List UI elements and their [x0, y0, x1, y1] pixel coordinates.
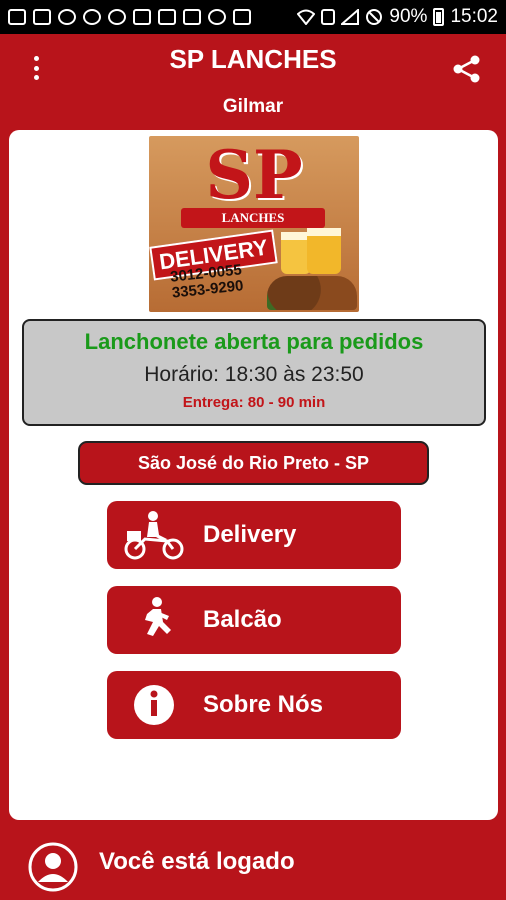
user-avatar-icon	[28, 842, 78, 892]
delivery-label: Delivery	[203, 521, 297, 548]
sim-icon	[321, 9, 336, 25]
login-footer[interactable]: Você está logado	[0, 822, 506, 900]
do-not-disturb-icon	[366, 9, 383, 25]
battery-icon	[433, 8, 445, 26]
counter-button[interactable]: Balcão	[107, 586, 401, 654]
delivery-button[interactable]: Delivery	[107, 501, 401, 569]
logged-in-text: Você está logado	[99, 848, 295, 875]
logo-banner: LANCHES	[181, 208, 325, 228]
open-status: Lanchonete aberta para pedidos	[84, 329, 424, 354]
main-card: SP LANCHES DELIVERY 3012-0055 3353-9290 …	[9, 130, 498, 820]
delivery-eta: Entrega: 80 - 90 min	[182, 394, 326, 411]
counter-label: Balcão	[203, 606, 282, 633]
beer-glass-icon	[307, 228, 341, 274]
opening-hours: Horário: 18:30 às 23:50	[144, 363, 364, 386]
info-icon	[134, 685, 174, 725]
battery-percent: 90%	[389, 6, 428, 27]
chat-icon	[8, 9, 26, 25]
store-status-box: Lanchonete aberta para pedidos Horário: …	[22, 319, 486, 426]
at-icon	[208, 9, 226, 25]
app-title: SP LANCHES	[169, 44, 337, 74]
system-icons: 90% 15:02	[297, 6, 498, 28]
walking-icon	[145, 597, 171, 636]
bookmark-icon	[233, 9, 251, 25]
logo-phones: 3012-0055 3353-9290	[169, 261, 244, 301]
motorcycle-icon	[124, 511, 184, 560]
wifi-icon	[297, 9, 316, 25]
phone-icon	[108, 9, 126, 25]
food-plate-icon	[267, 276, 357, 310]
image-icon	[133, 9, 151, 25]
clock: 15:02	[450, 6, 498, 27]
city-label: São José do Rio Preto - SP	[78, 441, 429, 485]
logo-brand: SP	[205, 136, 303, 214]
app-header: SP LANCHES Gilmar	[0, 34, 506, 130]
notification-icons	[8, 9, 251, 25]
clipboard-icon	[183, 9, 201, 25]
mail-icon	[158, 9, 176, 25]
share-icon[interactable]	[452, 54, 482, 84]
user-name: Gilmar	[222, 96, 284, 117]
status-bar: 90% 15:02	[0, 0, 506, 34]
about-button[interactable]: Sobre Nós	[107, 671, 401, 739]
facebook-icon	[33, 9, 51, 25]
hat-icon	[58, 9, 76, 25]
signal-icon	[341, 9, 360, 25]
about-label: Sobre Nós	[203, 691, 324, 718]
whatsapp-icon	[83, 9, 101, 25]
restaurant-logo: SP LANCHES DELIVERY 3012-0055 3353-9290	[149, 136, 359, 312]
